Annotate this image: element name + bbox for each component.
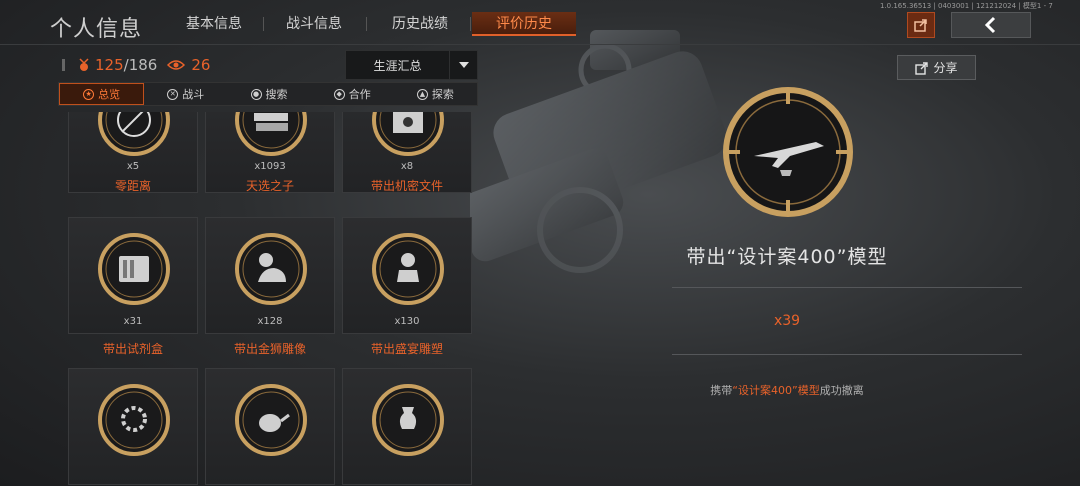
achievement-grid: x5 零距离 x1093 天选之子 x8 带出机密文件 x31 带出试剂盒 x1… [68,112,474,486]
tab-divider [263,17,264,31]
tab-battle-info[interactable]: 战斗信息 [278,12,350,36]
achieved-count: 125 [95,56,124,74]
detail-count: x39 [773,313,801,329]
achievement-name: 零距离 [114,179,151,193]
reagent-box-icon [98,233,170,305]
crosshair-icon: ✕ [167,88,179,100]
back-button[interactable] [951,12,1031,38]
achievement-card[interactable] [68,368,198,485]
tab-label: 探索 [431,88,454,101]
chevron-left-icon [984,16,996,34]
achievement-card[interactable] [342,368,472,485]
tab-label: 战斗 [182,88,205,101]
detail-divider [672,354,1022,355]
export-icon [914,19,927,32]
export-button[interactable] [907,12,935,38]
jet-model-icon [723,87,853,217]
achievement-count: x1093 [254,161,286,172]
share-label: 分享 [933,61,958,75]
star-icon: ★ [83,88,95,100]
view-count: 26 [191,56,211,74]
dropdown-selected-value: 生涯汇总 [373,58,422,73]
tab-divider [470,17,471,31]
lion-statue-icon [235,233,307,305]
tab-rating-history[interactable]: 评价历史 [472,12,576,36]
tab-overview[interactable]: ★ 总览 [59,83,145,105]
achievement-card[interactable]: x5 零距离 [68,112,198,193]
desc-highlight: “设计案400”模型 [732,384,820,397]
achievement-count: x8 [400,161,414,172]
cash-stack-icon [235,112,307,156]
tab-label: 合作 [348,88,371,101]
achievement-name: 天选之子 [245,179,294,193]
total-count: 186 [128,56,158,74]
desc-suffix: 成功撤离 [819,384,864,397]
achievement-card[interactable]: x128 带出金狮雕像 [205,217,335,356]
achievement-detail-panel: 分享 带出“设计案400”模型 x39 携带“设计案400”模型成功撤离 [550,48,1080,486]
detail-title: 带出“设计案400”模型 [686,246,888,268]
tab-label: 搜索 [265,88,288,101]
achievement-card[interactable]: x8 带出机密文件 [342,112,472,193]
achievement-name: 带出试剂盒 [102,342,163,356]
achievement-name: 带出盛宴雕塑 [370,342,443,356]
achievement-count: x128 [257,316,283,327]
section-marker [62,59,65,71]
detail-description: 携带“设计案400”模型成功撤离 [550,382,1024,398]
category-tabs: ★ 总览 ✕ 战斗 ● 搜索 ◆ 合作 ▲ 探索 [58,82,478,106]
career-summary-dropdown[interactable]: 生涯汇总 [345,50,478,80]
detail-divider [672,287,1022,288]
achievement-stats: 125 / 186 26 [58,48,338,82]
tab-explore[interactable]: ▲ 探索 [394,83,477,105]
version-text: 1.0.165.36513 | 0403001 | 121212024 | 模型… [880,2,1053,10]
share-icon [915,61,929,75]
medal-icon [79,58,89,71]
achievement-count: x130 [394,316,420,327]
tab-search[interactable]: ● 搜索 [227,83,310,105]
page-title: 个人信息 [50,17,143,42]
achievement-count: x31 [123,316,143,327]
achievement-name: 带出机密文件 [370,179,443,193]
achievement-name: 带出金狮雕像 [233,342,306,356]
achievement-card[interactable]: x1093 天选之子 [205,112,335,193]
chevron-down-icon [449,51,477,79]
tab-label: 总览 [98,88,121,101]
top-bar: 个人信息 基本信息 战斗信息 历史战绩 评价历史 1.0.165.36513 |… [0,0,1080,46]
feast-bust-icon [372,233,444,305]
vase-icon [372,384,444,456]
achievement-card[interactable]: x31 带出试剂盒 [68,217,198,356]
tab-combat[interactable]: ✕ 战斗 [144,83,227,105]
tab-cooperation[interactable]: ◆ 合作 [311,83,394,105]
achievement-card[interactable]: x130 带出盛宴雕塑 [342,217,472,356]
search-icon: ● [250,88,262,100]
teapot-icon [235,384,307,456]
desc-prefix: 携带 [710,384,733,397]
compass-icon: ▲ [416,88,428,100]
achievement-list-panel: 125 / 186 26 生涯汇总 ★ 总览 ✕ 战斗 ● 搜索 ◆ 合作 ▲ … [58,48,478,486]
secret-files-icon [372,112,444,156]
tab-match-history[interactable]: 历史战绩 [382,12,458,36]
achievement-count: x5 [126,161,140,172]
gear-relic-icon [98,384,170,456]
handshake-icon: ◆ [333,88,345,100]
eye-icon [167,60,186,70]
share-button[interactable]: 分享 [897,55,976,80]
header-divider [0,44,1080,45]
achievement-card[interactable] [205,368,335,485]
tab-basic-info[interactable]: 基本信息 [178,12,250,36]
no-gun-icon [98,112,170,156]
tab-divider [366,17,367,31]
